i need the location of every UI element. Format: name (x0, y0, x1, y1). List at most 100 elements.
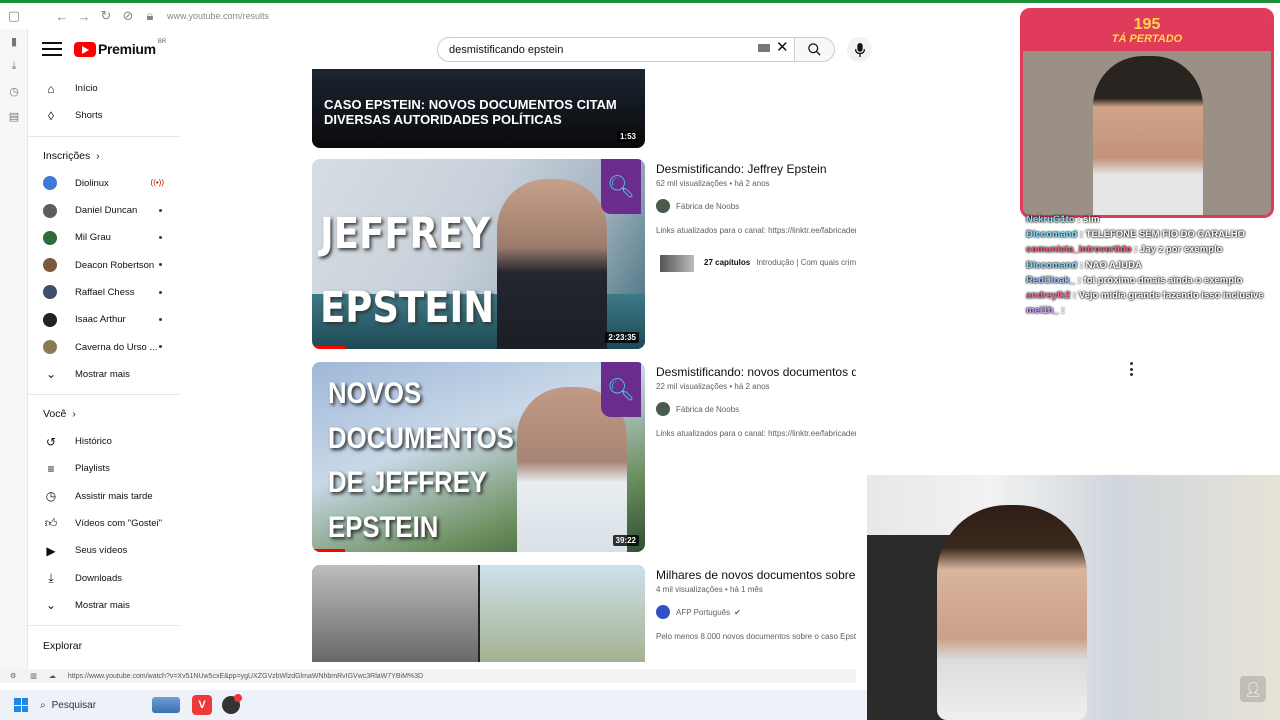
video-description: Links atualizados para o canal: https://… (656, 429, 856, 438)
sidebar-item-label: Shorts (75, 110, 103, 122)
settings-icon[interactable]: ⚙ (10, 672, 16, 680)
home-icon: ⌂ (47, 81, 55, 96)
subscription-item[interactable]: Caverna do Urso ... (28, 333, 180, 360)
video-title[interactable]: Milhares de novos documentos sobre (656, 568, 855, 582)
sidebar-item-downloads[interactable]: ⤓ Downloads (28, 564, 180, 591)
channel-link[interactable]: Fábrica de Noobs (656, 199, 739, 213)
youtube-play-icon (74, 41, 96, 57)
subscription-item[interactable]: Deacon Robertson (28, 251, 180, 278)
subscriptions-heading[interactable]: Inscrições › (28, 143, 180, 170)
chapters-count: 27 capítulos (704, 258, 751, 267)
watch-progress-bar (312, 549, 346, 552)
hover-link-url: https://www.youtube.com/watch?v=Xv51NUw5… (67, 672, 424, 680)
search-input[interactable] (449, 43, 749, 56)
reload-icon[interactable]: ↻ (95, 5, 117, 27)
video-thumbnail[interactable]: CASO EPSTEIN: NOVOS DOCUMENTOS CITAM DIV… (312, 69, 645, 148)
divider (28, 625, 180, 627)
chevron-down-icon: ⌄ (45, 367, 57, 382)
thumbnail-caption: CASO EPSTEIN: NOVOS DOCUMENTOS CITAM DIV… (324, 97, 617, 127)
sidebar-item-playlists[interactable]: ≡ Playlists (28, 455, 180, 482)
sidebar-item-historico[interactable]: ↺ Histórico (28, 428, 180, 455)
search-button[interactable] (795, 37, 835, 62)
sidebar-item-liked[interactable]: 👍︎ Vídeos com "Gostei" (28, 510, 180, 537)
channel-avatar (656, 605, 670, 619)
clear-icon[interactable]: ✕ (776, 38, 789, 56)
channel-link[interactable]: Fábrica de Noobs (656, 402, 739, 416)
download-icon[interactable]: ⤓ (0, 54, 28, 79)
video-thumbnail[interactable]: JEFFREY EPSTEIN 🔍︎ 2:23:35 (312, 159, 645, 349)
panel-icon[interactable]: ▥ (30, 672, 37, 680)
subscription-label: Mil Grau (75, 232, 111, 244)
new-content-dot (159, 345, 162, 349)
lock-icon: 🔒︎ (146, 8, 154, 23)
chapter-thumbnail[interactable] (660, 255, 694, 272)
chat-message: NekruG1to : sim (1026, 212, 1280, 227)
show-more-you[interactable]: ⌄ Mostrar mais (28, 592, 180, 619)
chat-message: mei1h_ : (1026, 303, 1280, 318)
chapters-description: Introdução | Com quais crimes estamos li… (756, 258, 856, 267)
back-icon[interactable]: ← (51, 5, 73, 27)
sidebar-item-label: Histórico (75, 436, 112, 448)
sidebar-item-label: Assistir mais tarde (75, 490, 153, 502)
verified-icon: ✔ (734, 607, 741, 617)
app-icon[interactable] (222, 694, 242, 714)
playlist-icon: ≡ (47, 461, 55, 476)
chat-text: : sim (1074, 214, 1100, 225)
video-description: Pelo menos 8.000 novos documentos sobre … (656, 632, 856, 641)
chat-text: : NAO AJUDA (1077, 259, 1142, 271)
watch-progress-bar (312, 346, 346, 349)
subscription-item[interactable]: Mil Grau (28, 224, 180, 251)
divider (28, 393, 180, 395)
notification-badge (234, 694, 242, 702)
channel-avatar (656, 402, 670, 416)
history-icon[interactable]: ◷ (0, 79, 28, 104)
channel-avatar (43, 312, 57, 327)
video-title[interactable]: Desmistificando: novos documentos de Jef… (656, 365, 856, 379)
sidebar-item-shorts[interactable]: ◊ Shorts (28, 102, 180, 129)
youtube-logo[interactable]: Premium BR (74, 39, 166, 57)
subscription-item[interactable]: Raffael Chess (28, 279, 180, 306)
search-icon (808, 43, 821, 56)
notes-icon[interactable]: ▤ (0, 104, 28, 129)
windows-start-icon[interactable] (14, 698, 28, 712)
vivaldi-icon[interactable]: V (192, 695, 212, 715)
address-bar[interactable]: www.youtube.com/results (167, 11, 269, 21)
sidebar-toggle-icon[interactable]: ▢ (3, 5, 25, 27)
voice-search-button[interactable] (847, 37, 872, 62)
menu-icon[interactable] (42, 39, 62, 59)
new-content-dot (159, 263, 162, 267)
video-thumbnail[interactable]: NOVOS DOCUMENTOS DE JEFFREY EPSTEIN 🔍︎ 3… (312, 362, 645, 552)
video-title[interactable]: Desmistificando: Jeffrey Epstein (656, 162, 827, 176)
subscription-item[interactable]: Isaac Arthur (28, 306, 180, 333)
chat-message: comunista_introvertido : Jay z por exemp… (1026, 242, 1280, 257)
sidebar-item-label: Seus vídeos (75, 545, 128, 557)
thumbnail-line: EPSTEIN (320, 283, 495, 333)
subscription-item[interactable]: Diolinux ((•)) (28, 170, 180, 197)
search-highlight-icon (152, 697, 180, 713)
video-meta: 4 mil visualizações • há 1 mês (656, 585, 763, 594)
show-more-label: Mostrar mais (75, 599, 130, 611)
video-thumbnail[interactable] (312, 565, 645, 662)
more-actions-icon[interactable] (1128, 362, 1134, 376)
show-more-subscriptions[interactable]: ⌄ Mostrar mais (28, 361, 180, 388)
guest-webcam: 👤︎ (867, 475, 1280, 720)
guest-silhouette (937, 505, 1087, 720)
shield-icon[interactable]: ⊘ (117, 5, 139, 27)
channel-link[interactable]: AFP Português ✔ (656, 605, 741, 619)
forward-icon[interactable]: → (73, 5, 95, 27)
subscription-item[interactable]: Daniel Duncan (28, 197, 180, 224)
cloud-icon[interactable]: ☁ (49, 672, 56, 680)
sidebar-item-your-videos[interactable]: ▶ Seus vídeos (28, 537, 180, 564)
chat-message: andreylk2 : Vejo mídia grande fazendo is… (1026, 288, 1280, 303)
guide-sidebar: ⌂ Início ◊ Shorts Inscrições › Diolinux ((•)… (28, 69, 180, 669)
you-heading[interactable]: Você › (28, 401, 180, 428)
sidebar-item-inicio[interactable]: ⌂ Início (28, 75, 180, 102)
keyboard-icon[interactable] (758, 44, 770, 52)
chat-text: : TELEFONE SEM FIO DO CARALHO (1077, 229, 1246, 241)
sidebar-item-watch-later[interactable]: ◷ Assistir mais tarde (28, 483, 180, 510)
taskbar-search[interactable]: ⌕ Pesquisar (40, 697, 180, 713)
bookmark-icon[interactable]: ▮ (0, 29, 28, 54)
chapters-row[interactable]: 27 capítulos Introdução | Com quais crime… (704, 258, 856, 267)
channel-avatar (43, 176, 57, 191)
search-box[interactable] (437, 37, 795, 62)
